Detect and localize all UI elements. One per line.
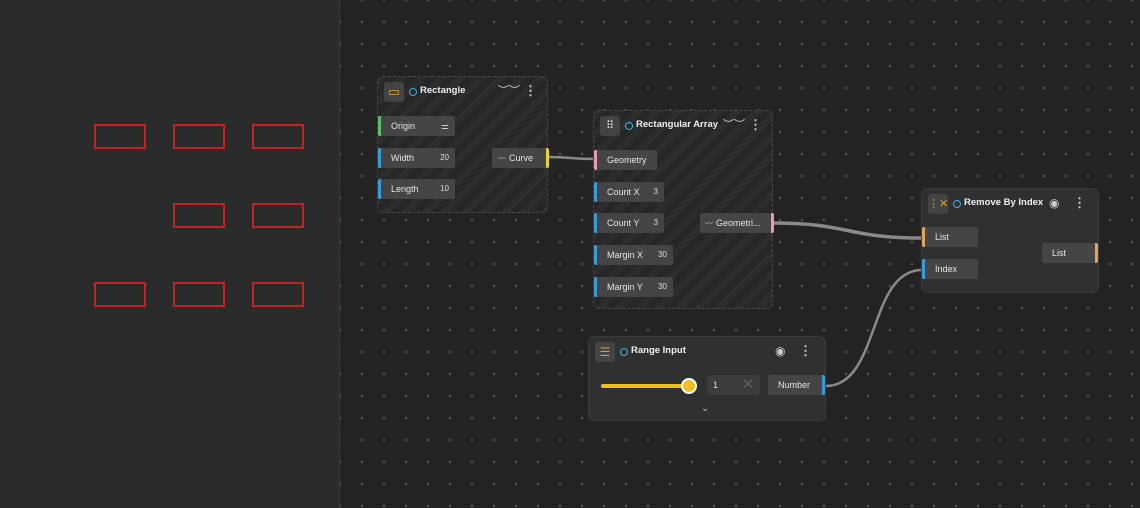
preview-rectangle <box>252 124 304 149</box>
port-label: List <box>1052 248 1067 258</box>
width-value[interactable]: 20 <box>440 148 449 168</box>
count-y-input-port[interactable]: Count Y 3 <box>594 213 664 233</box>
preview-rectangle <box>252 203 304 228</box>
margin-y-value[interactable]: 30 <box>658 277 667 297</box>
preview-viewport[interactable] <box>0 0 340 508</box>
port-label: Geometry <box>607 155 647 165</box>
count-x-value[interactable]: 3 <box>654 182 658 202</box>
port-label: Count X <box>607 187 640 197</box>
port-label: Width <box>391 153 415 163</box>
grid-icon: ⠿ <box>600 116 620 136</box>
port-label: Count Y <box>607 218 640 228</box>
index-input-port[interactable]: Index <box>922 259 978 279</box>
margin-x-input-port[interactable]: Margin X 30 <box>594 245 673 265</box>
slider-track[interactable] <box>601 384 689 388</box>
geometries-output-port[interactable]: 〰 Geometri... <box>700 213 774 233</box>
port-label: Origin <box>391 121 416 131</box>
rectangle-node[interactable]: ▭ Rectangle ︶︶ ⋮ Origin ⚌ Width 20 Lengt… <box>377 76 549 213</box>
port-label: List <box>935 232 950 242</box>
length-value[interactable]: 10 <box>440 179 449 199</box>
number-output-port[interactable]: Number <box>768 375 825 395</box>
sliders-icon: ☰ <box>595 342 615 362</box>
node-header[interactable]: ⠿ Rectangular Array ︶︶ ⋮ <box>594 111 772 141</box>
port-label: Curve <box>509 153 534 163</box>
port-label: Index <box>935 264 958 274</box>
more-vertical-icon[interactable]: ⋮ <box>749 117 762 133</box>
node-header[interactable]: ▭ Rectangle ︶︶ ⋮ <box>378 77 547 107</box>
node-title: Rectangle <box>420 85 466 96</box>
rectangular-array-node[interactable]: ⠿ Rectangular Array ︶︶ ⋮ Geometry Count … <box>593 110 774 309</box>
eye-icon[interactable]: ◉ <box>1049 196 1059 210</box>
count-y-value[interactable]: 3 <box>654 213 658 233</box>
curve-icon: 〰 <box>705 219 713 228</box>
status-icon <box>625 122 633 130</box>
status-icon <box>953 200 961 208</box>
geometry-input-port[interactable]: Geometry <box>594 150 657 170</box>
preview-rectangle <box>252 282 304 307</box>
more-vertical-icon[interactable]: ⋮ <box>1073 195 1086 211</box>
node-title: Rectangular Array <box>636 119 719 130</box>
rectangle-icon: ▭ <box>384 82 404 102</box>
eye-icon[interactable]: ◉ <box>775 344 785 358</box>
remove-by-index-node[interactable]: ⋮✕ Remove By Index ◉ ⋮ List Index List <box>922 189 1098 292</box>
preview-rectangle <box>173 203 225 228</box>
remove-list-icon: ⋮✕ <box>928 194 948 214</box>
port-label: Geometri... <box>716 218 761 228</box>
sliders-icon[interactable]: ⚌ <box>441 116 449 136</box>
status-icon <box>620 348 628 356</box>
node-title: Range Input <box>631 345 686 356</box>
list-input-port[interactable]: List <box>922 227 978 247</box>
range-value: 1 <box>713 380 719 390</box>
node-title: Remove By Index <box>964 197 1044 208</box>
width-input-port[interactable]: Width 20 <box>378 148 455 168</box>
node-header[interactable]: ☰ Range Input ◉ ⋮ <box>589 337 825 367</box>
port-label: Length <box>391 184 419 194</box>
preview-rectangle <box>173 282 225 307</box>
chevron-down-icon[interactable]: ⌄ <box>701 403 709 414</box>
eye-closed-icon[interactable]: ︶︶ <box>498 84 520 98</box>
preview-rectangle <box>94 124 146 149</box>
preview-rectangle <box>173 124 225 149</box>
more-vertical-icon[interactable]: ⋮ <box>524 83 537 99</box>
length-input-port[interactable]: Length 10 <box>378 179 455 199</box>
list-output-port[interactable]: List <box>1042 243 1098 263</box>
wand-icon[interactable]: ⤫ <box>744 375 752 395</box>
preview-rectangle <box>94 282 146 307</box>
margin-y-input-port[interactable]: Margin Y 30 <box>594 277 673 297</box>
port-label: Number <box>778 380 811 390</box>
curve-icon: 〰 <box>498 154 506 163</box>
eye-closed-icon[interactable]: ︶︶ <box>723 118 745 132</box>
range-input-node[interactable]: ☰ Range Input ◉ ⋮ 1 ⤫ Number ⌄ <box>589 337 825 420</box>
status-icon <box>409 88 417 96</box>
node-header[interactable]: ⋮✕ Remove By Index ◉ ⋮ <box>922 189 1098 219</box>
slider-thumb[interactable] <box>681 378 697 394</box>
origin-input-port[interactable]: Origin ⚌ <box>378 116 455 136</box>
margin-x-value[interactable]: 30 <box>658 245 667 265</box>
curve-output-port[interactable]: 〰 Curve <box>492 148 549 168</box>
range-value-field[interactable]: 1 ⤫ <box>707 375 760 395</box>
more-vertical-icon[interactable]: ⋮ <box>799 343 812 359</box>
port-label: Margin X <box>607 250 644 260</box>
count-x-input-port[interactable]: Count X 3 <box>594 182 664 202</box>
port-label: Margin Y <box>607 282 643 292</box>
